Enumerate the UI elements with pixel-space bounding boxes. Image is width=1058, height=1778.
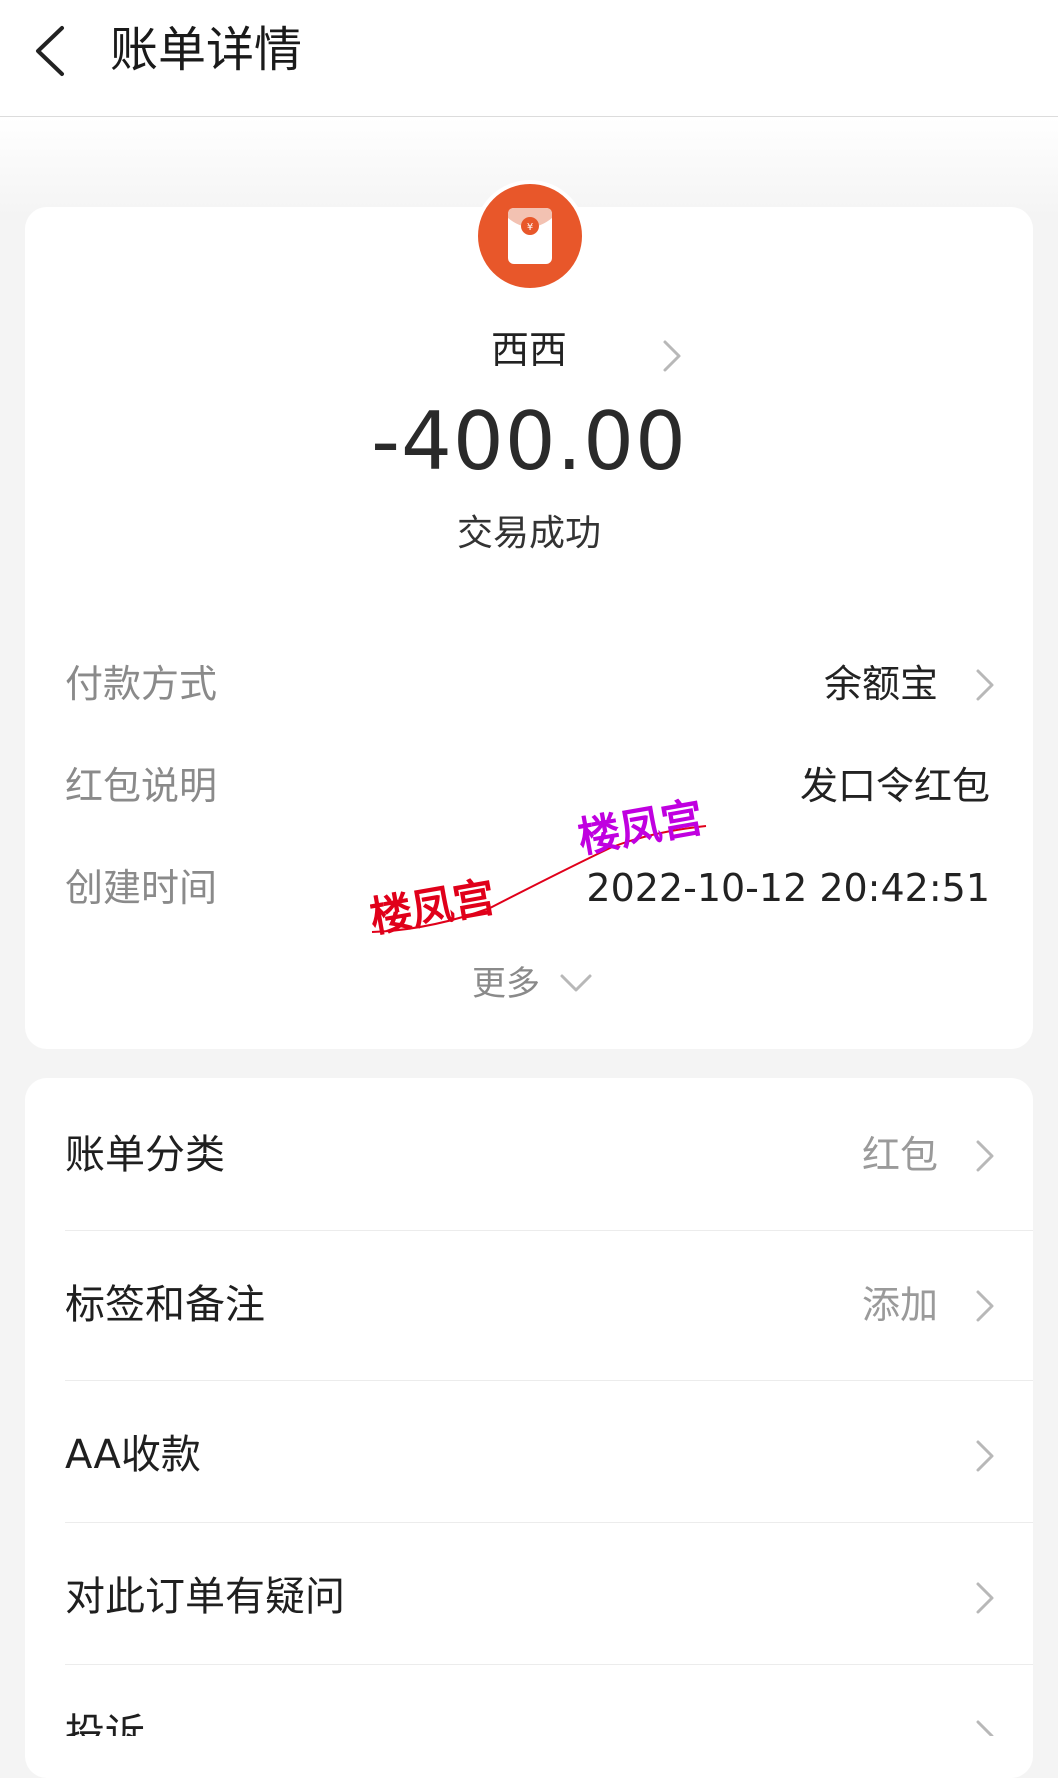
top-bar: 账单详情 [0,0,1058,117]
transaction-status: 交易成功 [456,513,601,554]
created-time-label: 创建时间 [65,866,218,910]
chevron-right-icon [976,1440,994,1472]
list-item-value: 添加 [861,1283,938,1327]
payee-name[interactable]: 西西 [491,328,567,372]
chevron-right-icon [976,1140,994,1172]
chevron-left-icon [36,26,64,76]
list-item-label: AA收款 [65,1432,201,1478]
back-button[interactable] [28,20,84,80]
divider [65,1230,1033,1231]
red-envelope-note-label: 红包说明 [65,764,218,808]
more-button[interactable]: 更多 [472,956,540,1012]
chevron-right-icon [976,669,994,701]
payee-row[interactable]: 西西 [0,322,1058,378]
list-item-label: 投诉 [65,1711,145,1736]
list-item-complaint[interactable]: 投诉 [25,1702,1033,1736]
transaction-amount: -400.00 [371,395,687,488]
chevron-down-icon [560,974,592,992]
watermark-text-2: 楼凤宫 [574,792,707,862]
list-item-tags-notes[interactable]: 标签和备注 添加 [25,1270,1033,1340]
list-item-bill-category[interactable]: 账单分类 红包 [25,1120,1033,1190]
divider [65,1664,1033,1665]
watermark: 楼凤宫 楼凤宫 [370,792,707,940]
svg-text:¥: ¥ [527,222,533,233]
payment-method-value[interactable]: 余额宝 [824,656,938,712]
divider [65,1522,1033,1523]
divider [65,1380,1033,1381]
red-envelope-note-value: 发口令红包 [799,764,990,808]
list-item-label: 对此订单有疑问 [65,1574,345,1620]
more-chevron[interactable] [556,968,596,998]
page-title: 账单详情 [110,22,303,78]
chevron-right-icon [976,1720,994,1736]
list-item-label: 账单分类 [65,1132,225,1178]
list-item-aa-collection[interactable]: AA收款 [25,1420,1033,1490]
payment-method-label: 付款方式 [65,662,218,706]
red-envelope-icon: ¥ [508,208,552,264]
list-item-label: 标签和备注 [65,1282,265,1328]
chevron-right-icon [976,1290,994,1322]
chevron-right-icon [663,340,681,372]
watermark-text-1: 楼凤宫 [370,872,499,940]
chevron-right-icon [976,1582,994,1614]
list-item-value: 红包 [861,1133,938,1177]
payee-chevron[interactable] [656,336,686,376]
payment-method-chevron[interactable] [970,665,998,705]
list-item-order-question[interactable]: 对此订单有疑问 [25,1562,1033,1632]
payee-avatar[interactable]: ¥ [474,180,586,292]
